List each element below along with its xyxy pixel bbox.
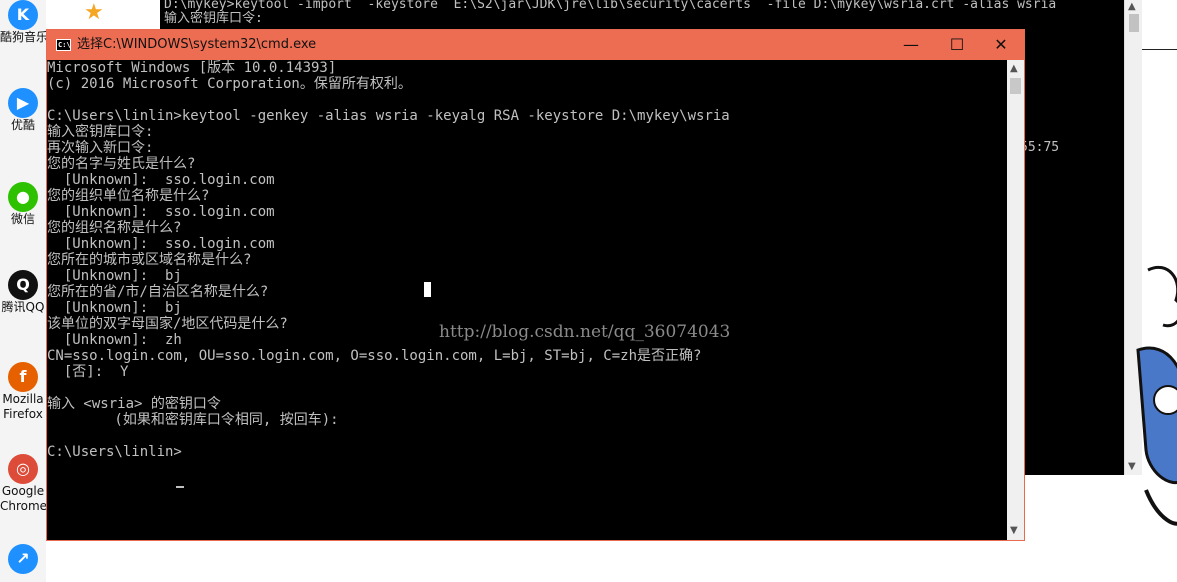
console-line: CN=sso.login.com, OU=sso.login.com, O=ss… xyxy=(47,348,702,364)
qq-icon: Q xyxy=(8,270,38,300)
desktop-icon-label: Mozilla xyxy=(2,392,44,406)
console-line: C:\Users\linlin>keytool -genkey -alias w… xyxy=(47,108,730,124)
scroll-up-arrow-icon[interactable]: ▲ xyxy=(1128,2,1136,12)
scrollbar-thumb[interactable] xyxy=(1010,78,1021,94)
maximize-icon: ☐ xyxy=(949,35,965,54)
desktop-icon-strip: K 酷狗音乐 ▶ 优酷 ● 微信 Q 腾讯QQ f Mozilla Firefo… xyxy=(0,0,46,582)
desktop-icon-kugou[interactable]: K 酷狗音乐 xyxy=(0,0,46,45)
console-line: C:\Users\linlin> xyxy=(47,444,182,460)
cmd-window[interactable]: C:\ 选择C:\WINDOWS\system32\cmd.exe — ☐ ✕ … xyxy=(46,29,1025,541)
wechat-icon: ● xyxy=(8,182,38,212)
console-line: 输入密钥库口令: xyxy=(47,124,154,140)
desktop-icon-label: 腾讯QQ xyxy=(1,300,45,314)
close-button[interactable]: ✕ xyxy=(978,30,1024,60)
desktop-icon-shortcut[interactable]: ↗ xyxy=(0,544,46,574)
scroll-down-arrow-icon[interactable]: ▼ xyxy=(1010,526,1018,536)
scroll-up-arrow-icon[interactable]: ▲ xyxy=(1010,64,1018,74)
console-line: (c) 2016 Microsoft Corporation。保留所有权利。 xyxy=(47,76,412,92)
console-line: [Unknown]: zh xyxy=(47,332,182,348)
desktop-icon-qq[interactable]: Q 腾讯QQ xyxy=(0,270,46,315)
firefox-icon: f xyxy=(8,362,38,392)
desktop-icon-label: Firefox xyxy=(3,407,43,421)
console-line: [Unknown]: sso.login.com xyxy=(47,172,275,188)
kugou-icon: K xyxy=(8,0,38,30)
console-line: [否]: Y xyxy=(47,364,129,380)
desktop-icon-wechat[interactable]: ● 微信 xyxy=(0,182,46,227)
console-line: 该单位的双字母国家/地区代码是什么? xyxy=(47,316,288,332)
maximize-button[interactable]: ☐ xyxy=(934,30,980,60)
console-line: Microsoft Windows [版本 10.0.14393] xyxy=(47,60,337,76)
console-line: 您所在的城市或区域名称是什么? xyxy=(47,252,252,268)
background-console-line: 输入密钥库口令: xyxy=(164,11,263,26)
chrome-icon: ◎ xyxy=(8,454,38,484)
divider xyxy=(1142,49,1177,50)
console-line: [Unknown]: bj xyxy=(47,268,182,284)
close-icon: ✕ xyxy=(994,35,1008,54)
desktop-icon-label: 酷狗音乐 xyxy=(0,30,46,44)
scrollbar-thumb[interactable] xyxy=(1129,14,1139,32)
desktop-icon-label: Chrome xyxy=(0,499,46,513)
text-cursor xyxy=(176,486,184,488)
console-line: (如果和密钥库口令相同, 按回车): xyxy=(47,412,339,428)
star-icon: ★ xyxy=(84,0,104,25)
desktop-icon-label: 优酷 xyxy=(10,118,35,132)
watermark: http://blog.csdn.net/qq_36074043 xyxy=(439,322,731,342)
console-line: 再次输入新口令: xyxy=(47,140,154,156)
desktop-icon-youku[interactable]: ▶ 优酷 xyxy=(0,88,46,133)
cartoon-illustration xyxy=(1136,265,1177,526)
desktop-icon-label: 微信 xyxy=(10,212,35,226)
ibeam-mouse-cursor xyxy=(424,282,431,297)
desktop-icon-chrome[interactable]: ◎ Google Chrome xyxy=(0,454,46,514)
minimize-button[interactable]: — xyxy=(888,30,934,60)
vertical-scrollbar[interactable]: ▲ ▼ xyxy=(1007,60,1024,540)
background-console-fragment: 55:75 xyxy=(1020,140,1060,155)
console-output[interactable]: Microsoft Windows [版本 10.0.14393] (c) 201… xyxy=(47,60,1007,540)
console-line: 您的组织名称是什么? xyxy=(47,220,182,236)
console-line: 您的名字与姓氏是什么? xyxy=(47,156,196,172)
console-line: [Unknown]: bj xyxy=(47,300,182,316)
cmd-icon: C:\ xyxy=(56,39,71,51)
console-line: 输入 <wsria> 的密钥口令 xyxy=(47,396,221,412)
shortcut-icon: ↗ xyxy=(8,544,38,574)
youku-icon: ▶ xyxy=(8,88,38,118)
console-line: [Unknown]: sso.login.com xyxy=(47,236,275,252)
background-console-line: D:\mykey>keytool -import -keystore E:\S2… xyxy=(164,0,1057,12)
console-line: [Unknown]: sso.login.com xyxy=(47,204,275,220)
console-line: 您的组织单位名称是什么? xyxy=(47,188,210,204)
minimize-icon: — xyxy=(903,35,919,54)
desktop-icon-firefox[interactable]: f Mozilla Firefox xyxy=(0,362,46,422)
window-title: 选择C:\WINDOWS\system32\cmd.exe xyxy=(77,37,317,52)
title-bar[interactable]: C:\ 选择C:\WINDOWS\system32\cmd.exe — ☐ ✕ xyxy=(47,30,1024,60)
desktop-icon-label: Google xyxy=(1,484,45,498)
console-line: 您所在的省/市/自治区名称是什么? xyxy=(47,284,269,300)
